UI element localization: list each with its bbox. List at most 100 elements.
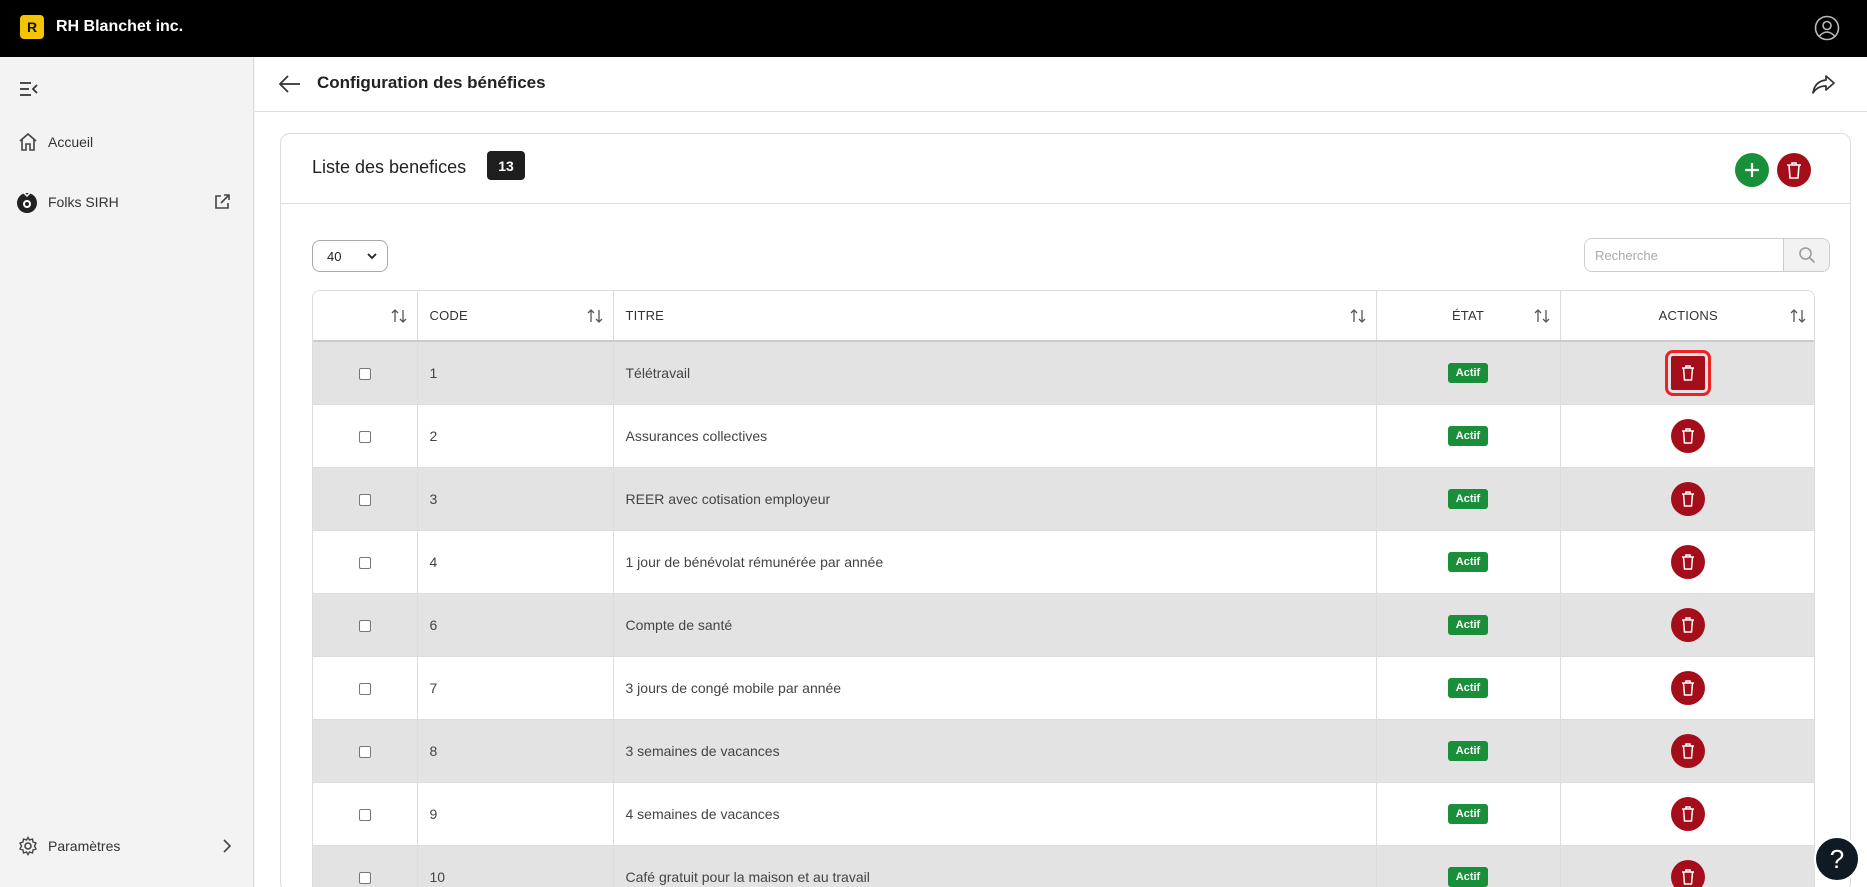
row-select-cell [313, 719, 418, 783]
status-badge: Actif [1447, 866, 1489, 887]
actions-cell [1560, 845, 1814, 887]
row-select-cell [313, 656, 418, 720]
sort-icon [391, 309, 406, 323]
trash-icon [1682, 806, 1695, 822]
row-select-cell [313, 782, 418, 846]
delete-row-button[interactable] [1671, 544, 1706, 579]
title-cell: 1 jour de bénévolat rémunérée par année [613, 530, 1377, 594]
card-header: Liste des benefices 13 [281, 134, 1850, 204]
sidebar-item-parametres[interactable]: Paramètres [0, 826, 254, 866]
row-checkbox[interactable] [358, 619, 371, 632]
trash-icon [1682, 554, 1695, 570]
code-cell: 2 [417, 404, 614, 468]
column-header-titre[interactable]: TITRE [613, 291, 1377, 342]
code-cell: 10 [417, 845, 614, 887]
table-row: 73 jours de congé mobile par année Actif [313, 656, 1814, 720]
delete-row-button[interactable] [1671, 859, 1706, 887]
share-icon[interactable] [1811, 72, 1837, 96]
delete-row-button[interactable] [1671, 481, 1706, 516]
row-select-cell [313, 530, 418, 594]
state-cell: Actif [1376, 656, 1561, 720]
company-name: RH Blanchet inc. [56, 18, 184, 35]
state-cell: Actif [1376, 593, 1561, 657]
table-row: 94 semaines de vacances Actif [313, 782, 1814, 846]
status-badge: Actif [1447, 362, 1489, 383]
chevron-down-icon [367, 253, 377, 260]
row-checkbox[interactable] [358, 430, 371, 443]
title-cell: REER avec cotisation employeur [613, 467, 1377, 531]
trash-icon [1682, 743, 1695, 759]
help-button[interactable]: ? [1814, 836, 1860, 882]
actions-cell [1560, 719, 1814, 783]
trash-icon [1682, 680, 1695, 696]
column-header-select[interactable] [313, 291, 418, 342]
sort-icon [1534, 309, 1549, 323]
sidebar-item-label: Accueil [48, 134, 94, 150]
top-bar: R RH Blanchet inc. [0, 0, 1867, 57]
code-cell: 6 [417, 593, 614, 657]
table-body: 1 Télétravail Actif 2 Assurances collectives… [313, 341, 1814, 887]
row-checkbox[interactable] [358, 682, 371, 695]
collapse-menu-icon[interactable] [19, 80, 39, 98]
row-checkbox[interactable] [358, 745, 371, 758]
gear-icon [19, 836, 37, 856]
external-link-icon[interactable] [213, 193, 231, 211]
delete-row-button[interactable] [1671, 796, 1706, 831]
search-icon [1798, 247, 1815, 264]
page-header: Configuration des bénéfices [255, 57, 1867, 112]
code-cell: 1 [417, 341, 614, 405]
state-cell: Actif [1376, 782, 1561, 846]
plus-icon [1745, 163, 1759, 177]
code-cell: 8 [417, 719, 614, 783]
trash-icon [1682, 491, 1695, 507]
status-badge: Actif [1447, 425, 1489, 446]
delete-row-button[interactable] [1671, 733, 1706, 768]
state-cell: Actif [1376, 530, 1561, 594]
table-row: 2 Assurances collectives Actif [313, 404, 1814, 468]
row-select-cell [313, 467, 418, 531]
delete-row-button[interactable] [1671, 670, 1706, 705]
trash-icon [1682, 428, 1695, 444]
page-title: Configuration des bénéfices [317, 73, 546, 92]
title-cell: 3 jours de congé mobile par année [613, 656, 1377, 720]
search-button[interactable] [1783, 239, 1829, 271]
actions-cell [1560, 656, 1814, 720]
title-cell: 4 semaines de vacances [613, 782, 1377, 846]
title-cell: Télétravail [613, 341, 1377, 405]
bulk-delete-button[interactable] [1777, 153, 1811, 187]
search-input[interactable] [1585, 239, 1783, 271]
row-checkbox[interactable] [358, 556, 371, 569]
table-row: 10 Café gratuit pour la maison et au trav… [313, 845, 1814, 887]
delete-row-button[interactable] [1665, 349, 1712, 396]
user-circle-icon[interactable] [1814, 15, 1840, 41]
status-badge: Actif [1447, 614, 1489, 635]
delete-row-button[interactable] [1671, 418, 1706, 453]
add-benefit-button[interactable] [1735, 153, 1769, 187]
sidebar-item-folks-sirh[interactable]: Folks SIRH [0, 182, 254, 222]
trash-icon [1682, 869, 1695, 885]
company-logo: R [20, 15, 44, 39]
column-header-etat[interactable]: ÉTAT [1376, 291, 1561, 342]
chevron-right-icon [223, 839, 232, 853]
row-checkbox[interactable] [358, 493, 371, 506]
table-row: 83 semaines de vacances Actif [313, 719, 1814, 783]
row-select-cell [313, 404, 418, 468]
table-row: 41 jour de bénévolat rémunérée par année… [313, 530, 1814, 594]
row-checkbox[interactable] [358, 871, 371, 884]
row-select-cell [313, 593, 418, 657]
actions-cell [1560, 593, 1814, 657]
row-checkbox[interactable] [358, 808, 371, 821]
row-checkbox[interactable] [358, 368, 371, 381]
status-badge: Actif [1447, 488, 1489, 509]
table-row: 6 Compte de santé Actif [313, 593, 1814, 657]
sidebar-item-label: Paramètres [48, 838, 121, 854]
code-cell: 3 [417, 467, 614, 531]
table-row: 1 Télétravail Actif [313, 341, 1814, 405]
delete-row-button[interactable] [1671, 607, 1706, 642]
column-header-actions[interactable]: ACTIONS [1560, 291, 1814, 342]
column-header-code[interactable]: CODE [417, 291, 614, 342]
back-arrow-icon[interactable] [279, 74, 301, 94]
sidebar-item-accueil[interactable]: Accueil [0, 122, 254, 162]
code-cell: 7 [417, 656, 614, 720]
page-size-select[interactable]: 40 [312, 240, 388, 272]
